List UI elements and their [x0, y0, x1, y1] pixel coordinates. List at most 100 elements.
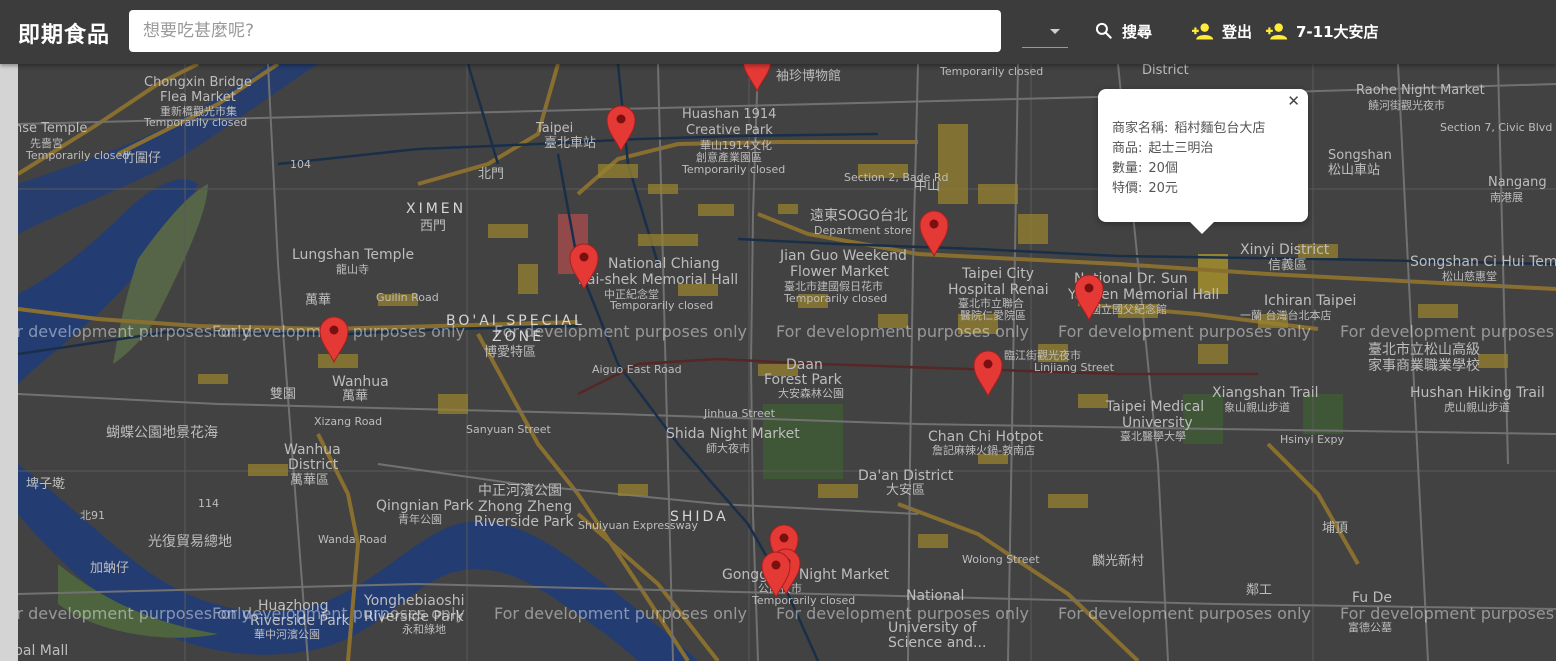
map-marker[interactable] — [973, 349, 1003, 397]
map-label: 加蚋仔 — [90, 561, 130, 576]
price-value: 20元 — [1148, 181, 1178, 196]
map-label: Guilin Road — [376, 291, 439, 304]
product-row: 商品: 起士三明治 — [1112, 137, 1213, 156]
watermark: For development purposes only — [1058, 604, 1311, 623]
map-label: 醫院仁愛院區 — [960, 309, 1026, 322]
search-button-label: 搜尋 — [1122, 22, 1153, 41]
map-label: Gongguan Night Market — [722, 567, 890, 583]
map-label: 博愛特區 — [484, 345, 537, 360]
map-label: Songshan Ci Hui Temple — [1410, 254, 1556, 270]
map-label: Taipei City — [962, 266, 1034, 282]
left-gutter — [0, 0, 18, 661]
category-select[interactable] — [1022, 14, 1068, 48]
product-label: 商品: — [1112, 141, 1143, 156]
map-label: Jian Guo Weekend — [780, 248, 907, 264]
map-label: Science and... — [888, 635, 987, 651]
map-label: Taipei — [536, 121, 574, 136]
map-label: 萬華區 — [290, 473, 330, 488]
logout-button[interactable]: 登出 — [1192, 18, 1252, 44]
map-label: Xiangshan Trail — [1212, 385, 1319, 401]
map-marker[interactable] — [1074, 273, 1104, 321]
map-label: Riverside Park — [474, 514, 574, 530]
map-label: Creative Park — [686, 123, 773, 138]
map-label: 南港展 — [1490, 191, 1523, 204]
search-button[interactable]: 搜尋 — [1094, 18, 1152, 44]
map-label: Kai-shek Memorial Hall — [578, 272, 739, 288]
map-label: 麟光新村 — [1092, 554, 1145, 569]
map-marker[interactable] — [319, 315, 349, 363]
quantity-value: 20個 — [1148, 161, 1178, 176]
map-label: 臺北市立松山高級 — [1368, 342, 1480, 358]
map-marker[interactable] — [606, 104, 636, 152]
chevron-down-icon — [1050, 29, 1060, 34]
map-label: 埔頂 — [1322, 521, 1349, 536]
map-label: 袖珍博物館 — [776, 69, 842, 84]
map-label: XIMEN — [406, 201, 467, 217]
map-label: District — [1142, 64, 1189, 78]
watermark: For development purposes only — [494, 322, 747, 341]
map-label: 永和綠地 — [402, 623, 446, 636]
map-canvas[interactable]: Chongxin Bridge Flea Market 重新橋觀光市集 Temp… — [18, 64, 1556, 661]
map-label: Temporarily closed — [940, 65, 1044, 78]
map-label: 鄰工 — [1246, 583, 1273, 598]
map-label: 竹圍仔 — [122, 151, 162, 166]
price-row: 特價: 20元 — [1112, 177, 1178, 196]
map-label: Lungshan Temple — [292, 247, 415, 263]
map-marker[interactable] — [761, 550, 791, 598]
map-label: 中山 — [914, 179, 941, 194]
search-input[interactable] — [129, 10, 1001, 52]
map-label: Temporarily closed — [682, 163, 786, 176]
map-label: 一蘭 台灣台北本店 — [1240, 309, 1332, 322]
map-label: 松山慈惠堂 — [1442, 270, 1497, 283]
map-label: Temporarily closed — [610, 299, 714, 312]
map-label: Hsinyi Expy — [1280, 433, 1345, 446]
map-label: District — [288, 457, 339, 473]
map-label: 師大夜市 — [706, 442, 750, 455]
map-label: 虎山親山步道 — [1444, 401, 1510, 414]
map-label: Wanda Road — [318, 533, 387, 546]
map-label: 詹記麻辣火鍋-敦南店 — [932, 444, 1035, 457]
person-add-icon — [1192, 23, 1214, 40]
close-icon[interactable]: ✕ — [1287, 92, 1300, 110]
map-label: Flea Market — [160, 90, 236, 105]
map-label: 臺北車站 — [544, 136, 597, 151]
map-label: 萬華 — [305, 293, 332, 308]
map-label: 雙園 — [270, 387, 297, 402]
map-label: 青年公園 — [398, 513, 442, 526]
map-marker[interactable] — [569, 242, 599, 290]
map-label: 松山車站 — [1328, 163, 1381, 178]
map-label: 信義區 — [1268, 258, 1308, 273]
map-label: Ichiran Taipei — [1264, 293, 1357, 309]
map-label: 華中河濱公園 — [254, 628, 320, 641]
map-label: Taipei Medical — [1106, 399, 1205, 415]
map-marker[interactable] — [919, 209, 949, 257]
app-title: 即期食品 — [18, 23, 111, 48]
map-label: nse Temple — [18, 121, 88, 136]
map-label: Sanyuan Street — [466, 423, 551, 436]
map-label: 104 — [290, 158, 311, 171]
product-value: 起士三明治 — [1148, 141, 1214, 156]
map-label: National Chiang — [608, 256, 720, 272]
map-label: 富德公墓 — [1348, 621, 1392, 634]
map-label: Songshan — [1328, 148, 1392, 163]
map-marker[interactable] — [742, 64, 772, 92]
watermark: For development purposes only — [494, 604, 747, 623]
map-label: 大安森林公園 — [778, 387, 844, 400]
price-label: 特價: — [1112, 181, 1143, 196]
map-label: 家事商業職業學校 — [1368, 358, 1480, 374]
map-label: 光復貿易總地 — [148, 534, 232, 550]
search-icon — [1095, 22, 1112, 39]
map-label: Hushan Hiking Trail — [1410, 385, 1545, 401]
quantity-label: 數量: — [1112, 161, 1143, 176]
store-account-button[interactable]: 7-11大安店 — [1266, 18, 1379, 44]
map-label: Department store — [814, 224, 912, 237]
map-label: Shuiyuan Expressway — [578, 519, 698, 532]
map-label: National — [906, 588, 965, 604]
map-label: 114 — [198, 497, 219, 510]
map-label: 中正河濱公園 — [478, 483, 562, 499]
map-label: 大安區 — [886, 483, 926, 498]
map-label: Temporarily closed — [144, 116, 248, 129]
map-label: 萬華 — [342, 389, 369, 404]
map-label: 北91 — [80, 509, 105, 522]
merchant-label: 商家名稱: — [1112, 121, 1169, 136]
